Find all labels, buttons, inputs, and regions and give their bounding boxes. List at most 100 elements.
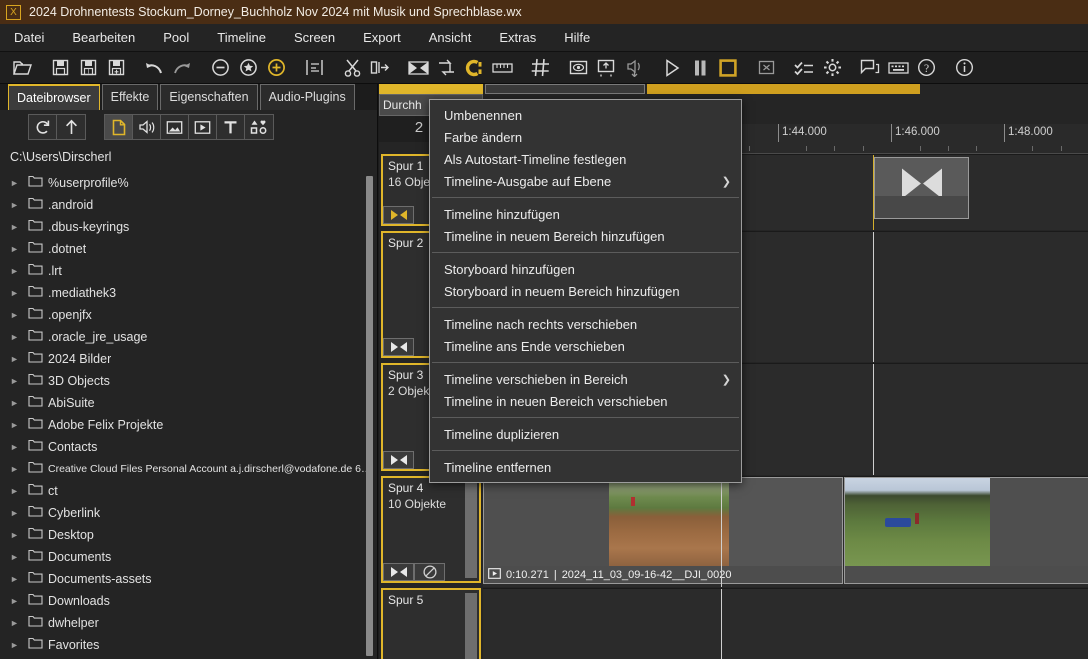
crossfade-toggle-icon[interactable] (383, 338, 414, 356)
info-icon[interactable] (953, 57, 975, 79)
crossfade-toggle-icon[interactable] (383, 206, 414, 224)
marker-c-icon[interactable] (463, 57, 485, 79)
menu-timeline[interactable]: Timeline (203, 24, 280, 52)
list-item[interactable]: ► 3D Objects (0, 370, 377, 392)
menu-item-timeline-duplizieren[interactable]: Timeline duplizieren (430, 423, 741, 445)
tab-dateibrowser[interactable]: Dateibrowser (8, 84, 100, 110)
menu-pool[interactable]: Pool (149, 24, 203, 52)
expand-arrow-icon[interactable]: ► (10, 222, 28, 232)
shapes-filter-icon[interactable] (245, 115, 273, 139)
tab-effekte[interactable]: Effekte (101, 84, 159, 110)
expand-arrow-icon[interactable]: ► (10, 618, 28, 628)
zoom-out-icon[interactable] (209, 57, 231, 79)
menu-ansicht[interactable]: Ansicht (415, 24, 486, 52)
play-icon[interactable] (661, 57, 683, 79)
menu-item-storyboard-neuer-bereich-hinzufuegen[interactable]: Storyboard in neuem Bereich hinzufügen (430, 280, 741, 302)
document-filter-icon[interactable] (105, 115, 133, 139)
crossfade-toggle-icon[interactable] (383, 451, 414, 469)
list-item[interactable]: ► Favorites (0, 634, 377, 656)
menu-item-timeline-ausgabe-ebene[interactable]: Timeline-Ausgabe auf Ebene ❯ (430, 170, 741, 192)
track-scrollbar[interactable] (465, 481, 477, 578)
cut-icon[interactable] (341, 57, 363, 79)
save-new-icon[interactable] (105, 57, 127, 79)
list-item[interactable]: ► AbiSuite (0, 392, 377, 414)
expand-arrow-icon[interactable]: ► (10, 244, 28, 254)
expand-arrow-icon[interactable]: ► (10, 552, 28, 562)
tasklist-icon[interactable] (793, 57, 815, 79)
zoom-in-icon[interactable] (265, 57, 287, 79)
expand-arrow-icon[interactable]: ► (10, 596, 28, 606)
file-tree[interactable]: ► %userprofile% ► .android ► .dbus-keyrings… (0, 172, 377, 659)
crossfade-toggle-icon[interactable] (383, 563, 414, 581)
track-scrollbar[interactable] (465, 593, 477, 659)
expand-arrow-icon[interactable]: ► (10, 442, 28, 452)
mute-block-icon[interactable] (414, 563, 445, 581)
expand-arrow-icon[interactable]: ► (10, 574, 28, 584)
settings-gear-icon[interactable] (821, 57, 843, 79)
list-item[interactable]: ► .dbus-keyrings (0, 216, 377, 238)
crossfade-icon[interactable] (407, 57, 429, 79)
comment-icon[interactable] (859, 57, 881, 79)
menu-item-timeline-verschieben-in-bereich[interactable]: Timeline verschieben in Bereich ❯ (430, 368, 741, 390)
redo-icon[interactable] (171, 57, 193, 79)
menu-item-umbenennen[interactable]: Umbenennen (430, 104, 741, 126)
menu-item-timeline-entfernen[interactable]: Timeline entfernen (430, 456, 741, 478)
file-tree-scrollbar[interactable] (366, 176, 373, 656)
expand-arrow-icon[interactable]: ► (10, 420, 28, 430)
list-item[interactable]: ► Contacts (0, 436, 377, 458)
timeline-tab-3[interactable] (647, 84, 920, 94)
menu-export[interactable]: Export (349, 24, 415, 52)
video-filter-icon[interactable] (189, 115, 217, 139)
refresh-icon[interactable] (29, 115, 57, 139)
split-icon[interactable] (369, 57, 391, 79)
text-filter-icon[interactable] (217, 115, 245, 139)
expand-arrow-icon[interactable]: ► (10, 266, 28, 276)
expand-arrow-icon[interactable]: ► (10, 530, 28, 540)
list-item[interactable]: ► Desktop (0, 524, 377, 546)
menu-item-timeline-neuer-bereich-verschieben[interactable]: Timeline in neuen Bereich verschieben (430, 390, 741, 412)
ruler-icon[interactable] (491, 57, 513, 79)
menu-bearbeiten[interactable]: Bearbeiten (58, 24, 149, 52)
menu-extras[interactable]: Extras (485, 24, 550, 52)
keyboard-icon[interactable] (887, 57, 909, 79)
zoom-fit-icon[interactable] (237, 57, 259, 79)
export-frame-icon[interactable] (595, 57, 617, 79)
expand-arrow-icon[interactable]: ► (10, 310, 28, 320)
menu-hilfe[interactable]: Hilfe (550, 24, 604, 52)
menu-item-farbe-aendern[interactable]: Farbe ändern (430, 126, 741, 148)
expand-arrow-icon[interactable]: ► (10, 200, 28, 210)
expand-arrow-icon[interactable]: ► (10, 332, 28, 342)
menu-screen[interactable]: Screen (280, 24, 349, 52)
help-icon[interactable]: ? (915, 57, 937, 79)
close-x-box-icon[interactable] (755, 57, 777, 79)
list-item[interactable]: ► 2024 Bilder (0, 348, 377, 370)
list-item[interactable]: ► .oracle_jre_usage (0, 326, 377, 348)
expand-arrow-icon[interactable]: ► (10, 178, 28, 188)
expand-arrow-icon[interactable]: ► (10, 398, 28, 408)
menu-item-autostart-timeline[interactable]: Als Autostart-Timeline festlegen (430, 148, 741, 170)
list-item[interactable]: ► .lrt (0, 260, 377, 282)
expand-arrow-icon[interactable]: ► (10, 640, 28, 650)
shuffle-icon[interactable] (435, 57, 457, 79)
expand-arrow-icon[interactable]: ► (10, 354, 28, 364)
expand-arrow-icon[interactable]: ► (10, 288, 28, 298)
expand-arrow-icon[interactable]: ► (10, 464, 28, 474)
open-project-icon[interactable] (11, 57, 33, 79)
tab-audio-plugins[interactable]: Audio-Plugins (259, 84, 355, 110)
timeline-tab-2[interactable] (485, 84, 645, 94)
save-as-icon[interactable]: I (77, 57, 99, 79)
list-item[interactable]: ► Cyberlink (0, 502, 377, 524)
expand-arrow-icon[interactable]: ► (10, 508, 28, 518)
list-item[interactable]: ► dwhelper (0, 612, 377, 634)
expand-arrow-icon[interactable]: ► (10, 376, 28, 386)
list-item[interactable]: ► Documents-assets (0, 568, 377, 590)
tab-eigenschaften[interactable]: Eigenschaften (160, 84, 258, 110)
list-item[interactable]: ► .openjfx (0, 304, 377, 326)
list-item[interactable]: ► Documents (0, 546, 377, 568)
menu-item-timeline-neuer-bereich-hinzufuegen[interactable]: Timeline in neuem Bereich hinzufügen (430, 225, 741, 247)
timeline-tab-active[interactable] (379, 84, 483, 94)
grid-icon[interactable] (529, 57, 551, 79)
list-item[interactable]: ► Creative Cloud Files Personal Account a… (0, 458, 377, 480)
menu-item-storyboard-hinzufuegen[interactable]: Storyboard hinzufügen (430, 258, 741, 280)
list-item[interactable]: ► %userprofile% (0, 172, 377, 194)
